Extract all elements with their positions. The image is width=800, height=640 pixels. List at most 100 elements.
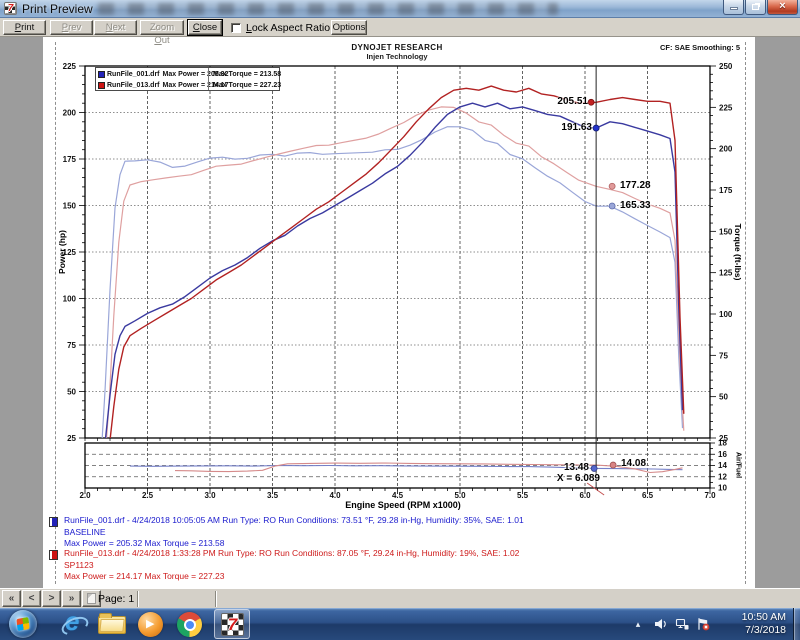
restore-icon — [752, 4, 759, 10]
internet-explorer-icon[interactable] — [61, 611, 88, 637]
run-info-swatch-run1 — [49, 517, 58, 527]
windows-taskbar: 7 ▴ 10:50 AM 7/3/2018 — [0, 608, 800, 640]
clock-time: 10:50 AM — [716, 611, 786, 624]
svg-text:7.0: 7.0 — [704, 491, 716, 500]
windows-explorer-icon[interactable] — [98, 616, 126, 634]
power-axis-title: Power (hp) — [57, 230, 67, 274]
statusbar-separator — [215, 591, 217, 607]
torque-axis-title: Torque (ft-lbs) — [733, 224, 743, 281]
status-bar: « < > » Page: 1 — [0, 588, 800, 608]
run-info-sp1123: RunFile_013.drf - 4/24/2018 1:33:28 PM R… — [49, 548, 519, 583]
previous-page-button[interactable]: < — [22, 590, 41, 607]
report-page: 2252001751501251007550252502252001751501… — [43, 37, 755, 588]
run-info-swatch-run2 — [49, 550, 58, 560]
next-page-nav-button[interactable]: > — [42, 590, 61, 607]
lock-aspect-ratio-checkbox[interactable] — [231, 23, 241, 33]
legend-maxtorque-run1: Max Torque = 213.58 — [213, 71, 281, 78]
svg-text:16: 16 — [718, 450, 727, 459]
document-icon — [87, 593, 96, 604]
next-page-button[interactable]: Next — [94, 20, 137, 35]
svg-text:200: 200 — [63, 109, 77, 118]
print-preview-toolbar: Print Prev Next Zoom Out Close Lock Aspe… — [0, 18, 800, 37]
svg-text:150: 150 — [63, 202, 77, 211]
svg-text:200: 200 — [719, 145, 733, 154]
cursor-value-power-run2: 205.51 — [557, 96, 588, 107]
cursor-value-torque-run1: 165.33 — [620, 200, 651, 211]
svg-text:225: 225 — [63, 62, 77, 71]
start-button[interactable] — [9, 610, 37, 638]
title-bar: 7 Print Preview × — [0, 0, 800, 18]
statusbar-separator — [137, 591, 139, 607]
lock-aspect-ratio-label: Lock Aspect Ratio — [246, 22, 330, 34]
svg-text:6.5: 6.5 — [642, 491, 654, 500]
svg-text:50: 50 — [67, 388, 76, 397]
svg-text:225: 225 — [719, 103, 733, 112]
taskbar-clock[interactable]: 10:50 AM 7/3/2018 — [716, 611, 790, 637]
minimize-button[interactable] — [723, 0, 744, 15]
last-page-button[interactable]: » — [62, 590, 81, 607]
zoom-out-button[interactable]: Zoom Out — [140, 20, 184, 35]
rpm-axis-title: Engine Speed (RPM x1000) — [345, 500, 461, 510]
run2-conditions: RunFile_013.drf - 4/24/2018 1:33:28 PM R… — [64, 548, 519, 560]
close-icon: × — [768, 0, 797, 14]
legend-swatch-run1 — [98, 71, 105, 78]
preview-area: 2252001751501251007550252502252001751501… — [0, 37, 800, 588]
svg-text:25: 25 — [67, 434, 76, 443]
run1-name: BASELINE — [64, 527, 524, 539]
show-hidden-icons-button[interactable]: ▴ — [632, 617, 644, 631]
svg-text:12: 12 — [718, 472, 727, 481]
windows-logo-icon — [16, 617, 29, 631]
volume-icon[interactable] — [654, 617, 668, 631]
svg-text:175: 175 — [63, 155, 77, 164]
network-icon[interactable] — [675, 617, 689, 631]
options-button[interactable]: Options — [331, 20, 367, 35]
svg-text:100: 100 — [63, 295, 77, 304]
svg-text:10: 10 — [718, 484, 727, 493]
app-icon: 7 — [4, 2, 17, 15]
cursor-value-power-run1: 191.63 — [561, 122, 592, 133]
prev-page-button[interactable]: Prev — [50, 20, 93, 35]
taskbar-active-app-dynojet[interactable]: 7 — [214, 609, 250, 639]
svg-text:125: 125 — [719, 269, 733, 278]
legend-row-run2: RunFile_013.drf Max Power = 214.17 Max T… — [96, 80, 279, 91]
legend-file-run2: RunFile_013.drf — [107, 82, 160, 89]
airfuel-axis-title: Air/Fuel — [735, 452, 742, 478]
window-title: Print Preview — [22, 2, 93, 16]
dynojet-winpep-icon: 7 — [221, 613, 244, 636]
svg-text:2.5: 2.5 — [142, 491, 154, 500]
run2-name: SP1123 — [64, 560, 519, 572]
media-player-icon[interactable] — [138, 612, 163, 637]
svg-text:150: 150 — [719, 227, 733, 236]
run-info-baseline: RunFile_001.drf - 4/24/2018 10:05:05 AM … — [49, 515, 524, 550]
cursor-value-af-run1: 13.48 — [564, 462, 589, 473]
chart-legend: RunFile_001.drf Max Power = 205.32 Max T… — [95, 67, 280, 91]
svg-text:18: 18 — [718, 439, 727, 448]
legend-row-run1: RunFile_001.drf Max Power = 205.32 Max T… — [96, 69, 279, 80]
svg-text:175: 175 — [719, 186, 733, 195]
svg-text:2.0: 2.0 — [79, 491, 91, 500]
restore-button[interactable] — [745, 0, 766, 15]
cursor-value-torque-run2: 177.28 — [620, 180, 651, 191]
legend-swatch-run2 — [98, 82, 105, 89]
svg-text:3.5: 3.5 — [267, 491, 279, 500]
legend-file-run1: RunFile_001.drf — [107, 71, 160, 78]
close-preview-button[interactable]: Close — [188, 20, 222, 35]
svg-text:6.0: 6.0 — [579, 491, 591, 500]
print-button[interactable]: Print — [3, 20, 46, 35]
minimize-icon — [730, 7, 738, 10]
show-desktop-button[interactable] — [793, 608, 800, 640]
report-subtitle: Injen Technology — [366, 52, 427, 61]
redacted-title-text — [98, 3, 558, 15]
action-center-flag-icon[interactable] — [696, 617, 710, 631]
close-window-button[interactable]: × — [767, 0, 798, 15]
svg-text:250: 250 — [719, 62, 733, 71]
cursor-value-af-run2: 14.08 — [621, 458, 646, 469]
svg-text:3.0: 3.0 — [204, 491, 216, 500]
legend-maxtorque-run2: Max Torque = 227.23 — [213, 82, 281, 89]
correction-smoothing-label: CF: SAE Smoothing: 5 — [660, 43, 740, 52]
svg-text:4.5: 4.5 — [392, 491, 404, 500]
chrome-icon[interactable] — [177, 612, 202, 637]
dynojet-seven-icon: 7 — [222, 614, 243, 635]
run1-conditions: RunFile_001.drf - 4/24/2018 10:05:05 AM … — [64, 515, 524, 527]
first-page-button[interactable]: « — [2, 590, 21, 607]
